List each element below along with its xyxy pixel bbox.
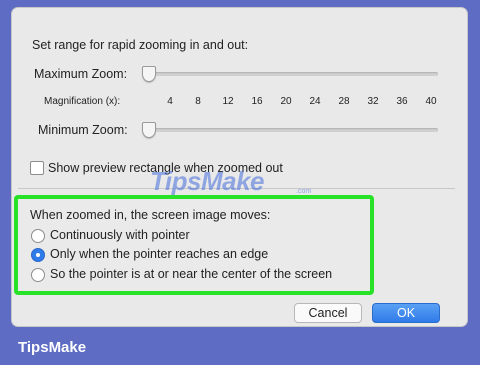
min-zoom-slider-thumb[interactable] <box>142 122 156 138</box>
max-zoom-slider-track[interactable] <box>142 72 438 76</box>
tick-label: 28 <box>338 96 350 107</box>
cancel-button[interactable]: Cancel <box>294 303 362 323</box>
max-zoom-label: Maximum Zoom: <box>34 67 128 81</box>
tick-label: 36 <box>396 96 408 107</box>
radio-edge[interactable] <box>31 248 45 262</box>
tick-label: 40 <box>425 96 437 107</box>
brand-logo-text: TipsMake <box>18 339 87 356</box>
move-header: When zoomed in, the screen image moves: <box>30 208 271 222</box>
watermark-suffix: .com <box>296 188 312 195</box>
preview-checkbox[interactable] <box>30 161 44 175</box>
radio-continuously[interactable] <box>31 229 45 243</box>
watermark-text: TipsMake <box>150 166 265 196</box>
max-zoom-slider-thumb[interactable] <box>142 66 156 82</box>
radio-edge-label[interactable]: Only when the pointer reaches an edge <box>50 247 268 261</box>
radio-continuously-label[interactable]: Continuously with pointer <box>50 228 190 242</box>
tick-label: 4 <box>167 96 173 107</box>
tick-label: 16 <box>251 96 263 107</box>
min-zoom-label: Minimum Zoom: <box>38 123 128 137</box>
tick-label: 8 <box>195 96 201 107</box>
tick-label: 32 <box>367 96 379 107</box>
min-zoom-slider-track[interactable] <box>142 128 438 132</box>
magnification-label: Magnification (x): <box>44 96 121 107</box>
radio-center-label[interactable]: So the pointer is at or near the center … <box>50 267 332 281</box>
ok-button[interactable]: OK <box>372 303 440 323</box>
tick-label: 12 <box>222 96 234 107</box>
tick-label: 20 <box>280 96 292 107</box>
tick-label: 24 <box>309 96 321 107</box>
range-header: Set range for rapid zooming in and out: <box>32 38 249 52</box>
radio-center[interactable] <box>31 268 45 282</box>
